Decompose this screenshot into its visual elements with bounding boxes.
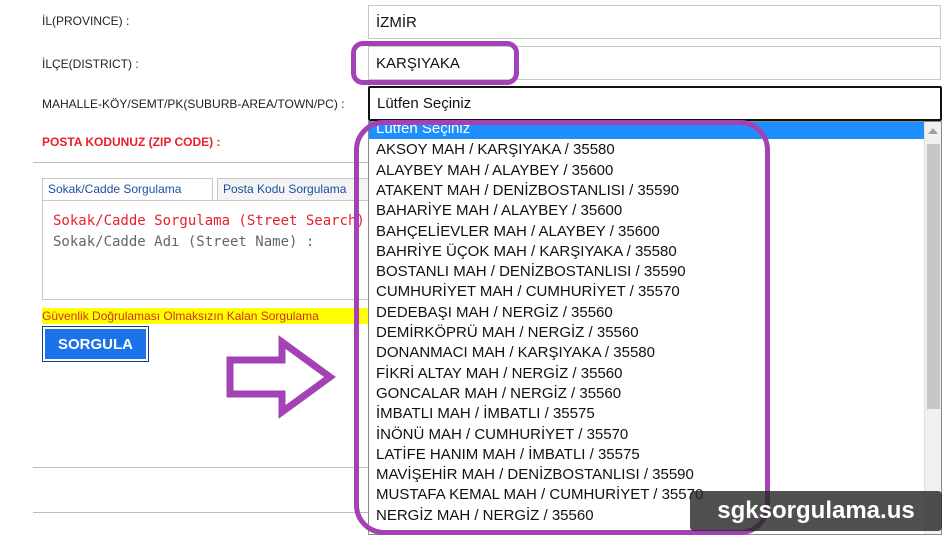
province-field[interactable]: İZMİR [368,5,941,39]
divider-middle [33,467,373,468]
search-button[interactable]: SORGULA [45,329,146,359]
tab-street-search[interactable]: Sokak/Cadde Sorgulama [42,178,213,200]
dropdown-highlight [354,120,770,535]
street-search-panel: Sokak/Cadde Sorgulama (Street Search) So… [42,200,372,300]
scrollbar[interactable] [924,122,941,534]
security-notice: Güvenlik Doğrulaması Olmaksızın Kalan So… [42,308,372,324]
province-label: İL(PROVINCE) : [42,14,130,28]
zip-code-label: POSTA KODUNUZ (ZIP CODE) : [42,135,221,149]
divider-top [33,162,373,163]
district-label: İLÇE(DISTRICT) : [42,57,139,71]
watermark: sgksorgulama.us [690,491,942,531]
street-search-title: Sokak/Cadde Sorgulama (Street Search) [53,213,365,229]
district-highlight [351,41,519,85]
scrollbar-thumb[interactable] [927,144,940,409]
search-button-frame: SORGULA [42,326,149,362]
right-arrow-icon [226,335,336,419]
scroll-up-icon[interactable] [928,128,938,134]
tab-zip-search[interactable]: Posta Kodu Sorgulama [217,178,377,200]
neighborhood-label: MAHALLE-KÖY/SEMT/PK(SUBURB-AREA/TOWN/PC)… [42,97,345,111]
divider-bottom [33,512,373,513]
search-tabs: Sokak/Cadde Sorgulama Posta Kodu Sorgula… [42,178,377,201]
neighborhood-select[interactable]: Lütfen Seçiniz [368,86,942,121]
street-name-label: Sokak/Cadde Adı (Street Name) : [53,234,315,250]
